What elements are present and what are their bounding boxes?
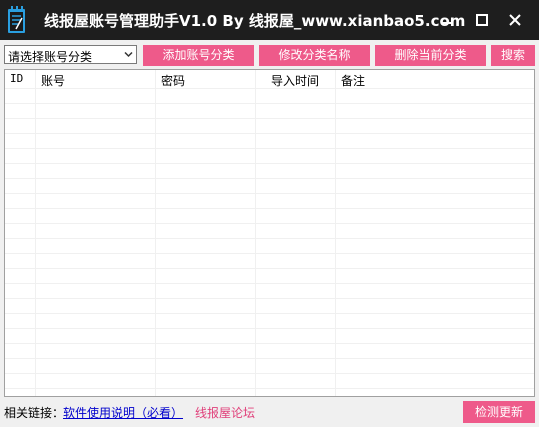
column-header-import-time[interactable]: 导入时间 <box>271 72 319 89</box>
column-header-id[interactable]: ID <box>10 72 23 85</box>
chevron-down-icon <box>124 51 133 58</box>
grid-row-line <box>5 343 534 344</box>
grid-row-line <box>5 328 534 329</box>
grid-row-line <box>5 148 534 149</box>
close-button[interactable] <box>505 10 525 30</box>
grid-row-line <box>5 103 534 104</box>
grid-row-line <box>5 178 534 179</box>
column-header-password[interactable]: 密码 <box>161 72 185 89</box>
related-links-label: 相关链接： <box>4 406 65 420</box>
app-window: 线报屋账号管理助手V1.0 By 线报屋_www.xianbao5.com 请选… <box>0 0 539 427</box>
grid-row-line <box>5 118 534 119</box>
grid-row-line <box>5 283 534 284</box>
grid-row-line <box>5 388 534 389</box>
manual-link[interactable]: 软件使用说明（必看） <box>63 404 183 421</box>
grid-row-line <box>5 133 534 134</box>
grid-row-line <box>5 358 534 359</box>
delete-category-button[interactable]: 删除当前分类 <box>375 45 486 66</box>
grid-row-line <box>5 313 534 314</box>
close-icon <box>509 14 521 26</box>
window-title: 线报屋账号管理助手V1.0 By 线报屋_www.xianbao5.com <box>44 12 466 30</box>
rename-category-button[interactable]: 修改分类名称 <box>259 45 370 66</box>
grid-row-line <box>5 298 534 299</box>
accounts-table[interactable]: ID 账号 密码 导入时间 备注 <box>4 69 535 397</box>
grid-row-line <box>5 373 534 374</box>
table-header: ID 账号 密码 导入时间 备注 <box>5 70 534 88</box>
search-button[interactable]: 搜索 <box>491 45 535 66</box>
grid-row-line <box>5 223 534 224</box>
grid-row-line <box>5 88 534 89</box>
grid-row-line <box>5 253 534 254</box>
forum-link[interactable]: 线报屋论坛 <box>195 404 255 421</box>
grid-row-line <box>5 238 534 239</box>
grid-row-line <box>5 163 534 164</box>
toolbar: 请选择账号分类 添加账号分类 修改分类名称 删除当前分类 搜索 <box>0 40 539 72</box>
minimize-button[interactable] <box>437 10 457 30</box>
check-update-button[interactable]: 检测更新 <box>463 401 535 423</box>
category-select[interactable]: 请选择账号分类 <box>4 45 137 64</box>
category-select-value: 请选择账号分类 <box>8 50 93 64</box>
maximize-button[interactable] <box>472 10 492 30</box>
grid-row-line <box>5 208 534 209</box>
grid-row-line <box>5 193 534 194</box>
maximize-icon <box>476 14 488 26</box>
minimize-icon <box>442 22 452 24</box>
title-bar[interactable]: 线报屋账号管理助手V1.0 By 线报屋_www.xianbao5.com <box>0 0 539 40</box>
footer: 相关链接： 软件使用说明（必看） 线报屋论坛 检测更新 <box>0 397 539 427</box>
column-header-account[interactable]: 账号 <box>41 72 65 89</box>
grid-row-line <box>5 268 534 269</box>
column-header-note[interactable]: 备注 <box>341 72 365 89</box>
add-category-button[interactable]: 添加账号分类 <box>143 45 254 66</box>
notepad-icon <box>7 5 27 35</box>
